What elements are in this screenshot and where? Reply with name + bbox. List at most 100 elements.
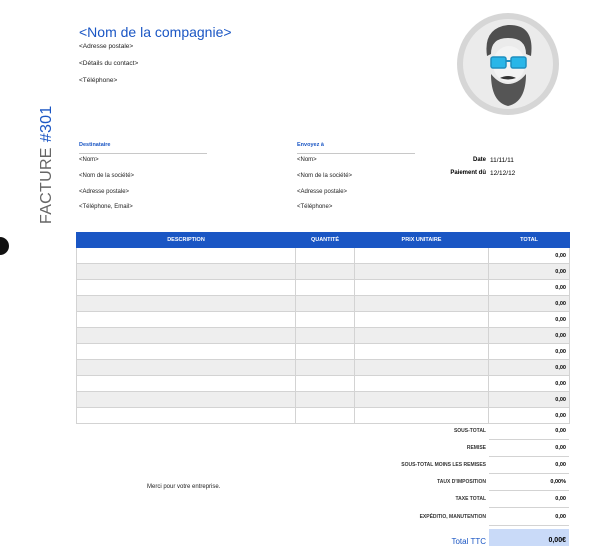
quantity-cell[interactable] [295,359,355,376]
grand-total-value: 0,00€ [548,537,566,544]
grand-total-label: Total TTC [451,537,486,546]
recipient-contact[interactable]: <Téléphone, Email> [79,204,133,210]
ship-to-company[interactable]: <Nom de la société> [297,173,352,179]
unit-price-cell[interactable] [354,327,489,344]
summary-divider [489,490,569,491]
company-logo [457,13,559,115]
recipient-name[interactable]: <Nom> [79,157,99,163]
summary-divider [489,456,569,457]
summary-divider [489,507,569,508]
description-cell[interactable] [76,375,296,392]
row-total-cell: 0,00 [488,359,570,376]
description-cell[interactable] [76,327,296,344]
due-date-value[interactable]: 12/12/12 [490,170,515,177]
unit-price-cell[interactable] [354,359,489,376]
quantity-cell[interactable] [295,311,355,328]
unit-price-cell[interactable] [354,311,489,328]
unit-price-cell[interactable] [354,247,489,264]
description-cell[interactable] [76,391,296,408]
subtotal-after-discount-label: SOUS-TOTAL MOINS LES REMISES [401,462,486,468]
table-row: 0,00 [76,391,570,408]
table-row: 0,00 [76,247,570,264]
description-cell[interactable] [76,247,296,264]
unit-price-cell[interactable] [354,279,489,296]
quantity-cell[interactable] [295,343,355,360]
row-total-cell: 0,00 [488,343,570,360]
table-row: 0,00 [76,311,570,328]
ship-to-heading: Envoyez à [297,142,324,148]
row-total-cell: 0,00 [488,263,570,280]
summary-divider [489,473,569,474]
unit-price-cell[interactable] [354,343,489,360]
total-tax-value: 0,00 [555,496,566,502]
invoice-title-word: FACTURE [38,147,55,224]
quantity-cell[interactable] [295,279,355,296]
company-address[interactable]: <Adresse postale> [79,43,133,50]
unit-price-cell[interactable] [354,391,489,408]
shipping-value[interactable]: 0,00 [489,514,569,520]
description-cell[interactable] [76,263,296,280]
recipient-address[interactable]: <Adresse postale> [79,189,129,195]
description-cell[interactable] [76,295,296,312]
unit-price-cell[interactable] [354,407,489,424]
quantity-cell[interactable] [295,263,355,280]
table-row: 0,00 [76,279,570,296]
subtotal-value: 0,00 [555,428,566,434]
table-row: 0,00 [76,295,570,312]
company-name[interactable]: <Nom de la compagnie> [79,24,232,40]
discount-value[interactable]: 0,00 [489,445,569,451]
unit-price-cell[interactable] [354,375,489,392]
table-row: 0,00 [76,359,570,376]
quantity-cell[interactable] [295,295,355,312]
description-cell[interactable] [76,407,296,424]
quantity-cell[interactable] [295,247,355,264]
table-row: 0,00 [76,343,570,360]
table-row: 0,00 [76,263,570,280]
description-cell[interactable] [76,311,296,328]
due-date-label: Paiement dû [450,170,486,176]
line-items-table: DESCRIPTION QUANTITÉ PRIX UNITAIRE TOTAL… [76,232,570,424]
company-phone[interactable]: <Téléphone> [79,77,117,84]
subtotal-after-discount-value: 0,00 [555,462,566,468]
unit-price-cell[interactable] [354,295,489,312]
summary-divider [489,525,569,526]
row-total-cell: 0,00 [488,327,570,344]
discount-label: REMISE [466,445,486,451]
quantity-cell[interactable] [295,327,355,344]
row-total-cell: 0,00 [488,311,570,328]
tax-rate-label: TAUX D'IMPOSITION [437,479,486,485]
row-total-cell: 0,00 [488,295,570,312]
tax-rate-value[interactable]: 0,00% [489,479,569,485]
row-total-cell: 0,00 [488,279,570,296]
date-label: Date [472,157,486,163]
unit-price-cell[interactable] [354,263,489,280]
ship-to-phone[interactable]: <Téléphone> [297,204,332,210]
table-row: 0,00 [76,327,570,344]
thank-you-note: Merci pour votre entreprise. [147,484,221,490]
subtotal-label: SOUS-TOTAL [453,428,486,434]
recipient-heading: Destinataire [79,142,111,148]
ship-to-address[interactable]: <Adresse postale> [297,189,347,195]
ship-to-name[interactable]: <Nom> [297,157,317,163]
recipient-company[interactable]: <Nom de la société> [79,173,134,179]
company-contact-details[interactable]: <Détails du contact> [79,60,138,67]
recipient-divider [79,153,207,154]
description-cell[interactable] [76,343,296,360]
column-header-total: TOTAL [488,232,570,248]
quantity-cell[interactable] [295,407,355,424]
column-header-description: DESCRIPTION [76,232,296,248]
invoice-title: FACTURE #301 [38,105,56,224]
description-cell[interactable] [76,359,296,376]
bullet-marker [0,237,9,255]
shipping-label: EXPÉDITIO, MANUTENTION [419,514,486,520]
row-total-cell: 0,00 [488,407,570,424]
description-cell[interactable] [76,279,296,296]
quantity-cell[interactable] [295,375,355,392]
row-total-cell: 0,00 [488,391,570,408]
ship-to-divider [297,153,415,154]
column-header-quantity: QUANTITÉ [295,232,355,248]
date-value[interactable]: 11/11/11 [490,157,514,164]
quantity-cell[interactable] [295,391,355,408]
row-total-cell: 0,00 [488,247,570,264]
table-row: 0,00 [76,407,570,424]
